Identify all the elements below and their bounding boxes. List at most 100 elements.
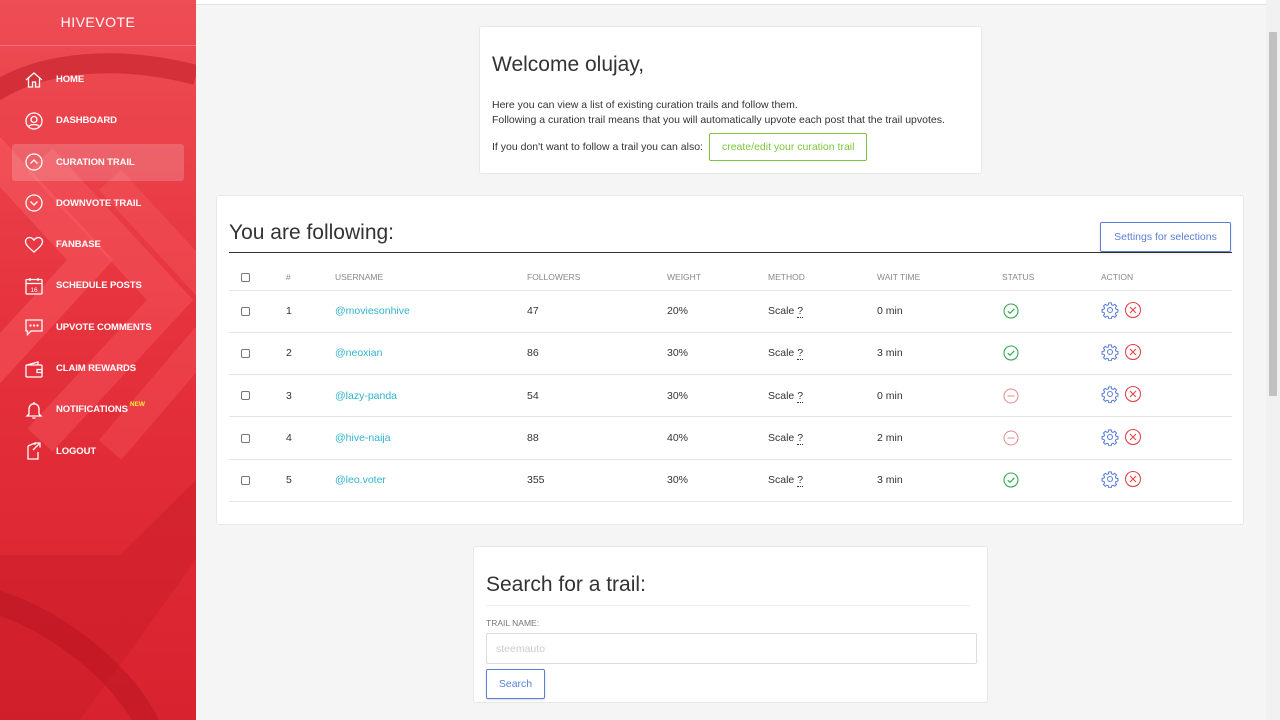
sidebar-item-label: LOGOUT (56, 445, 97, 457)
search-button[interactable]: Search (486, 669, 545, 699)
wait-time-value: 2 min (877, 416, 1002, 460)
method-help-icon[interactable]: ? (797, 474, 804, 488)
status-active-icon (1003, 472, 1019, 488)
col-header-status: STATUS (1002, 265, 1101, 291)
trail-name-label: TRAIL NAME: (486, 618, 540, 628)
select-all-checkbox[interactable] (241, 273, 250, 283)
wait-time-value: 3 min (877, 332, 1002, 376)
row-checkbox[interactable] (241, 391, 250, 401)
trail-name-input[interactable] (486, 633, 977, 664)
gear-icon[interactable] (1101, 428, 1119, 446)
sidebar-item-home[interactable]: HOME (12, 61, 184, 98)
title-divider (229, 252, 1232, 253)
sidebar-item-schedule-posts[interactable]: 16 SCHEDULE POSTS (12, 267, 184, 304)
sidebar-item-logout[interactable]: LOGOUT (12, 433, 184, 470)
new-badge: NEW (129, 401, 146, 409)
sidebar-item-label: DASHBOARD (56, 115, 117, 127)
create-trail-button[interactable]: create/edit your curation trail (708, 133, 868, 161)
welcome-action-text: If you don't want to follow a trail you … (492, 141, 703, 153)
method-value: Scale (768, 305, 795, 318)
method-help-icon[interactable]: ? (797, 347, 804, 361)
weight-value: 30% (667, 332, 768, 376)
unfollow-close-icon[interactable] (1124, 470, 1142, 488)
status-cell (1002, 416, 1101, 460)
sidebar-item-dashboard[interactable]: DASHBOARD (12, 102, 184, 139)
scrollbar[interactable] (1266, 0, 1280, 720)
username-link[interactable]: @lazy-panda (335, 390, 397, 402)
gear-icon[interactable] (1101, 343, 1119, 361)
row-checkbox[interactable] (241, 306, 250, 316)
method-help-icon[interactable]: ? (797, 389, 804, 403)
sidebar-item-claim-rewards[interactable]: CLAIM REWARDS (12, 350, 184, 387)
username-link[interactable]: @hive-naija (335, 432, 391, 444)
username-link[interactable]: @moviesonhive (335, 305, 410, 317)
row-checkbox[interactable] (241, 349, 250, 359)
sidebar-item-label: NOTIFICATIONS (56, 404, 128, 416)
unfollow-close-icon[interactable] (1124, 343, 1142, 361)
following-table-body: 1 @moviesonhive 47 20% Scale ? 0 min 2 @neoxian… (229, 290, 1232, 502)
followers-count: 47 (527, 290, 667, 333)
scrollbar-thumb[interactable] (1269, 32, 1277, 396)
following-card: You are following: Settings for selectio… (216, 195, 1244, 525)
sidebar-item-label: CURATION TRAIL (56, 156, 135, 168)
status-cell (1002, 332, 1101, 376)
unfollow-close-icon[interactable] (1124, 385, 1142, 403)
row-checkbox[interactable] (241, 476, 250, 486)
col-header-weight: WEIGHT (667, 265, 768, 291)
method-value: Scale (768, 432, 795, 445)
sidebar-item-upvote-comments[interactable]: UPVOTE COMMENTS (12, 309, 184, 346)
welcome-action-row: If you don't want to follow a trail you … (492, 133, 969, 161)
chevron-up-circle-icon (24, 152, 44, 172)
table-row: 4 @hive-naija 88 40% Scale ? 2 min (229, 416, 1232, 460)
method-help-icon[interactable]: ? (797, 432, 804, 446)
action-cell (1101, 459, 1232, 502)
unfollow-close-icon[interactable] (1124, 301, 1142, 319)
chevron-down-circle-icon (24, 193, 44, 213)
status-paused-icon (1003, 430, 1019, 446)
sidebar-item-downvote-trail[interactable]: DOWNVOTE TRAIL (12, 185, 184, 222)
table-row: 2 @neoxian 86 30% Scale ? 3 min (229, 332, 1232, 376)
settings-for-selections-button[interactable]: Settings for selections (1100, 222, 1231, 252)
username-link[interactable]: @neoxian (335, 347, 382, 359)
wait-time-value: 3 min (877, 459, 1002, 502)
gear-icon[interactable] (1101, 301, 1119, 319)
username-link[interactable]: @leo.voter (335, 474, 386, 486)
welcome-card: Welcome olujay, Here you can view a list… (479, 26, 982, 174)
bell-icon (24, 400, 44, 420)
status-active-icon (1003, 303, 1019, 319)
method-value: Scale (768, 347, 795, 360)
sidebar-item-curation-trail[interactable]: CURATION TRAIL (12, 143, 184, 181)
wait-time-value: 0 min (877, 374, 1002, 418)
method-help-icon[interactable]: ? (797, 305, 804, 319)
row-number: 4 (286, 416, 335, 460)
top-bar (196, 0, 1266, 5)
table-header-row: # USERNAME FOLLOWERS WEIGHT METHOD WAIT … (229, 265, 1232, 291)
brand-title[interactable]: HIVEVOTE (0, 0, 196, 46)
welcome-title: Welcome olujay, (492, 53, 645, 76)
row-checkbox[interactable] (241, 433, 250, 443)
col-header-wait-time: WAIT TIME (877, 265, 1002, 291)
followers-count: 355 (527, 459, 667, 502)
row-number: 2 (286, 332, 335, 376)
method-cell: Scale ? (768, 290, 877, 333)
status-paused-icon (1003, 388, 1019, 404)
gear-icon[interactable] (1101, 385, 1119, 404)
table-row: 3 @lazy-panda 54 30% Scale ? 0 min (229, 374, 1232, 418)
method-value: Scale (768, 474, 795, 487)
sidebar-item-notifications[interactable]: NOTIFICATIONS NEW (12, 391, 184, 428)
sidebar-item-label: FANBASE (56, 239, 101, 251)
action-cell (1101, 416, 1232, 460)
unfollow-close-icon[interactable] (1124, 428, 1142, 446)
weight-value: 30% (667, 459, 768, 502)
svg-text:16: 16 (30, 287, 38, 294)
gear-icon[interactable] (1101, 470, 1119, 488)
col-header-number: # (286, 265, 335, 291)
welcome-description: Here you can view a list of existing cur… (492, 99, 798, 111)
col-header-method: METHOD (768, 265, 877, 291)
wait-time-value: 0 min (877, 290, 1002, 333)
action-cell (1101, 332, 1232, 376)
calendar-icon: 16 (24, 276, 44, 296)
sidebar-item-fanbase[interactable]: FANBASE (12, 226, 184, 263)
following-table: # USERNAME FOLLOWERS WEIGHT METHOD WAIT … (229, 265, 1232, 502)
table-row: 1 @moviesonhive 47 20% Scale ? 0 min (229, 290, 1232, 333)
